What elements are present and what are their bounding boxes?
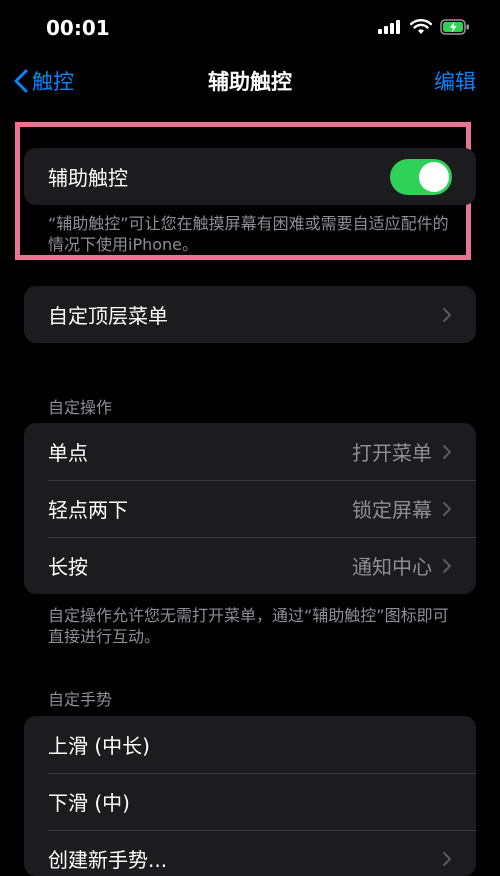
battery-charging-icon [440,19,469,35]
navigation-bar: 触控 辅助触控 编辑 [0,56,500,106]
action-value: 打开菜单 [352,441,432,465]
chevron-right-icon [443,501,451,516]
assistive-touch-group: 辅助触控 [24,148,476,205]
assistive-touch-toggle[interactable] [390,158,452,195]
custom-gestures-group: 上滑 (中长) 下滑 (中) 创建新手势... [24,716,476,876]
action-value: 锁定屏幕 [352,498,432,522]
custom-actions-footer: 自定操作允许您无需打开菜单，通过“辅助触控”图标即可直接进行互动。 [48,606,449,646]
status-bar: 00:01 [0,0,500,56]
custom-actions-group: 单点 打开菜单 轻点两下 锁定屏幕 长按 通知中心 [24,423,476,594]
status-time: 00:01 [46,16,110,40]
status-icons [378,19,470,35]
action-row-double-tap[interactable]: 轻点两下 锁定屏幕 [24,480,476,537]
custom-gestures-header: 自定手势 [48,690,113,709]
action-label: 单点 [48,441,88,465]
chevron-right-icon [443,307,451,322]
gesture-row-swipe-up[interactable]: 上滑 (中长) [24,716,476,773]
assistive-touch-description: “辅助触控”可让您在触摸屏幕有困难或需要自适应配件的情况下使用iPhone。 [48,214,449,254]
chevron-right-icon [443,558,451,573]
gesture-label: 上滑 (中长) [48,734,150,758]
customize-top-menu-row[interactable]: 自定顶层菜单 [24,286,476,343]
chevron-right-icon [443,444,451,459]
edit-button[interactable]: 编辑 [434,66,476,96]
top-menu-group: 自定顶层菜单 [24,286,476,343]
action-label: 轻点两下 [48,498,128,522]
create-new-gesture-row[interactable]: 创建新手势... [24,830,476,876]
action-value: 通知中心 [352,555,432,579]
toggle-knob [419,161,449,192]
chevron-right-icon [443,851,451,866]
custom-actions-header: 自定操作 [48,398,113,417]
page-title: 辅助触控 [208,70,292,94]
action-row-long-press[interactable]: 长按 通知中心 [24,537,476,594]
action-label: 长按 [48,555,88,579]
wifi-icon [410,19,432,34]
gesture-label: 下滑 (中) [48,791,130,815]
gesture-label: 创建新手势... [48,848,168,872]
customize-top-menu-label: 自定顶层菜单 [48,304,168,328]
signal-icon [378,20,400,34]
assistive-touch-label: 辅助触控 [48,166,128,190]
gesture-row-swipe-down[interactable]: 下滑 (中) [24,773,476,830]
action-row-single-tap[interactable]: 单点 打开菜单 [24,423,476,480]
assistive-touch-row: 辅助触控 [24,148,476,205]
